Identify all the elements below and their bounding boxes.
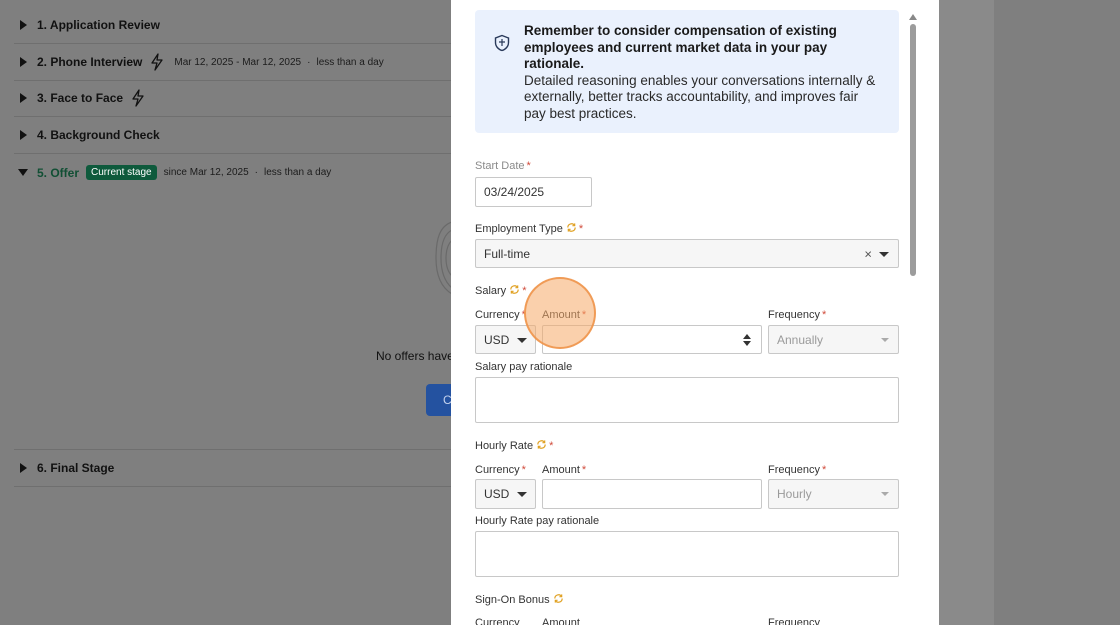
salary-frequency-value: Annually <box>777 332 824 347</box>
caret-right-icon <box>20 20 27 30</box>
stage-duration: less than a day <box>264 167 332 178</box>
start-date-value: 03/24/2025 <box>484 185 545 199</box>
right-panel-backdrop <box>938 0 994 625</box>
lightning-bolt-icon <box>132 89 144 107</box>
start-date-input[interactable]: 03/24/2025 <box>475 177 592 207</box>
stage-dates: Mar 12, 2025 - Mar 12, 2025 <box>174 56 302 68</box>
stage-row-phone-interview[interactable]: 2. Phone Interview Mar 12, 2025 - Mar 12… <box>14 44 454 81</box>
start-date-label: Start Date * <box>475 160 531 172</box>
salary-section-label: Salary * <box>475 285 527 297</box>
signon-frequency-label: Frequency <box>768 617 820 625</box>
offer-modal: Remember to consider compensation of exi… <box>451 0 939 625</box>
hourly-rationale-label: Hourly Rate pay rationale <box>475 515 600 527</box>
stage-row-application-review[interactable]: 1. Application Review <box>14 7 454 44</box>
sync-icon <box>537 440 546 449</box>
caret-right-icon <box>20 463 27 473</box>
current-stage-badge: Current stage <box>86 165 157 180</box>
hourly-currency-value: USD <box>484 487 510 501</box>
stage-meta: since Mar 12, 2025 · less than a day <box>163 167 332 178</box>
chevron-down-icon <box>517 337 527 343</box>
salary-amount-label: Amount * <box>542 309 587 321</box>
stage-row-offer[interactable]: 5. Offer Current stage since Mar 12, 202… <box>14 154 454 191</box>
employment-type-select[interactable]: Full-time × <box>475 239 899 268</box>
salary-rationale-textarea[interactable] <box>475 377 899 423</box>
chevron-down-icon <box>881 337 889 342</box>
caret-right-icon <box>20 130 27 140</box>
salary-currency-select[interactable]: USD <box>475 325 536 354</box>
stage-name: 2. Phone Interview <box>37 55 143 69</box>
employment-type-value: Full-time <box>484 246 531 261</box>
salary-amount-input[interactable] <box>542 325 762 354</box>
scrollbar-thumb[interactable] <box>910 24 916 276</box>
hourly-frequency-label: Frequency * <box>768 464 827 476</box>
salary-currency-value: USD <box>484 332 510 347</box>
stage-name: 3. Face to Face <box>37 91 124 105</box>
stage-dates: since Mar 12, 2025 <box>163 167 249 178</box>
callout-body: Detailed reasoning enables your conversa… <box>524 72 876 121</box>
stage-row-background-check[interactable]: 4. Background Check <box>14 117 454 154</box>
stage-name: 6. Final Stage <box>37 461 115 475</box>
chevron-down-icon <box>879 251 889 257</box>
hourly-currency-select[interactable]: USD <box>475 479 536 509</box>
hourly-amount-label: Amount * <box>542 464 587 476</box>
salary-frequency-label: Frequency * <box>768 309 827 321</box>
hourly-amount-input[interactable] <box>542 479 762 509</box>
hourly-currency-label: Currency * <box>475 464 526 476</box>
number-stepper-icon[interactable] <box>743 334 751 346</box>
lightning-bolt-icon <box>151 53 164 71</box>
caret-down-icon <box>18 169 28 176</box>
sync-icon <box>510 285 519 294</box>
signon-amount-label: Amount <box>542 617 580 625</box>
scroll-up-arrow-icon[interactable] <box>909 14 917 20</box>
caret-right-icon <box>20 93 27 103</box>
stage-name: 4. Background Check <box>37 128 160 142</box>
stage-duration: less than a day <box>316 56 384 68</box>
stage-row-final-stage[interactable]: 6. Final Stage <box>14 449 454 487</box>
stage-row-face-to-face[interactable]: 3. Face to Face <box>14 80 454 117</box>
stage-meta: Mar 12, 2025 - Mar 12, 2025 · less than a … <box>174 56 384 68</box>
sync-icon <box>567 223 576 232</box>
chevron-down-icon <box>517 492 527 497</box>
salary-frequency-select: Annually <box>768 325 899 354</box>
caret-right-icon <box>20 57 27 67</box>
employment-type-label: Employment Type * <box>475 223 584 235</box>
shield-icon <box>494 34 510 52</box>
chevron-down-icon <box>881 492 889 496</box>
salary-currency-label: Currency * <box>475 309 526 321</box>
hourly-frequency-select: Hourly <box>768 479 899 509</box>
salary-rationale-label: Salary pay rationale <box>475 361 573 373</box>
callout-title: Remember to consider compensation of exi… <box>524 23 837 71</box>
modal-scrollbar[interactable] <box>909 10 917 625</box>
stage-name: 5. Offer <box>37 165 80 180</box>
clear-icon[interactable]: × <box>864 246 872 261</box>
hourly-rationale-textarea[interactable] <box>475 531 899 577</box>
hourly-rate-section-label: Hourly Rate * <box>475 440 554 452</box>
sync-icon <box>553 594 563 603</box>
pay-rationale-callout: Remember to consider compensation of exi… <box>475 10 899 133</box>
stage-name: 1. Application Review <box>37 18 160 32</box>
no-offers-text: No offers have <box>376 349 454 363</box>
sign-on-bonus-section-label: Sign-On Bonus <box>475 593 564 606</box>
signon-currency-label: Currency <box>475 617 520 625</box>
hourly-frequency-value: Hourly <box>777 487 812 501</box>
